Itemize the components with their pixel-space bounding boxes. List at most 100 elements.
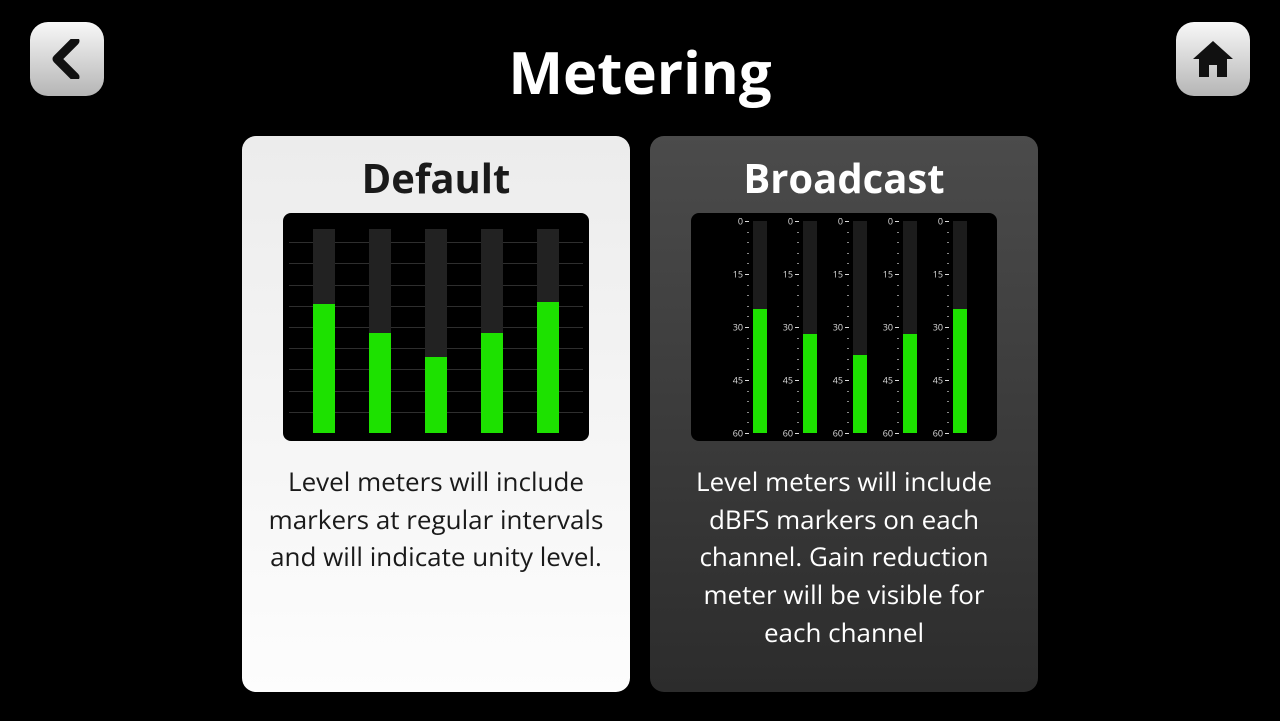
scale-label: 0	[788, 215, 793, 228]
meter-track	[853, 221, 867, 433]
scale-minor-tick	[797, 306, 799, 307]
scale-minor-tick	[797, 391, 799, 392]
scale-label: 30	[933, 321, 943, 334]
scale-minor-tick	[947, 253, 949, 254]
meter-track	[481, 229, 503, 433]
scale-minor-tick	[847, 422, 849, 423]
scale-tick	[745, 221, 749, 222]
scale-minor-tick	[747, 422, 749, 423]
scale-tick	[945, 274, 949, 275]
scale-label: 15	[883, 268, 893, 281]
meter-scale: 015304560	[773, 221, 801, 433]
option-title-default: Default	[362, 150, 511, 205]
meter-track	[753, 221, 767, 433]
scale-label: 30	[833, 321, 843, 334]
scale-minor-tick	[897, 242, 899, 243]
scale-minor-tick	[797, 348, 799, 349]
meter-track	[313, 229, 335, 433]
scale-label: 45	[883, 374, 893, 387]
preview-broadcast: 0153045600153045600153045600153045600153…	[691, 213, 997, 441]
option-card-default[interactable]: Default Level meters will include marker…	[242, 136, 630, 692]
scale-minor-tick	[947, 285, 949, 286]
scale-label: 45	[833, 374, 843, 387]
scale-tick	[745, 274, 749, 275]
scale-label: 45	[733, 374, 743, 387]
meter-fill	[481, 333, 503, 433]
scale-minor-tick	[897, 422, 899, 423]
scale-minor-tick	[747, 338, 749, 339]
scale-minor-tick	[897, 348, 899, 349]
scale-minor-tick	[747, 306, 749, 307]
meter-channel: 015304560	[723, 221, 773, 433]
meter-track	[425, 229, 447, 433]
scale-minor-tick	[747, 401, 749, 402]
meter-fill	[803, 334, 817, 433]
meter-scale: 015304560	[923, 221, 951, 433]
scale-minor-tick	[797, 401, 799, 402]
scale-label: 45	[783, 374, 793, 387]
meter-fill	[425, 357, 447, 433]
meter-fill	[313, 304, 335, 433]
meter-track	[803, 221, 817, 433]
scale-label: 0	[938, 215, 943, 228]
meter-fill	[537, 302, 559, 433]
scale-minor-tick	[847, 359, 849, 360]
meter-track	[903, 221, 917, 433]
scale-minor-tick	[847, 348, 849, 349]
scale-minor-tick	[797, 295, 799, 296]
scale-minor-tick	[947, 391, 949, 392]
scale-tick	[795, 221, 799, 222]
scale-label: 30	[883, 321, 893, 334]
scale-tick	[945, 380, 949, 381]
option-title-broadcast: Broadcast	[743, 150, 944, 205]
scale-tick	[845, 221, 849, 222]
scale-label: 30	[733, 321, 743, 334]
scale-label: 15	[783, 268, 793, 281]
scale-tick	[795, 327, 799, 328]
scale-minor-tick	[747, 316, 749, 317]
scale-minor-tick	[847, 369, 849, 370]
scale-label: 0	[838, 215, 843, 228]
meter-fill	[853, 355, 867, 433]
scale-minor-tick	[797, 242, 799, 243]
scale-tick	[945, 433, 949, 434]
scale-tick	[845, 274, 849, 275]
meter-track	[369, 229, 391, 433]
scale-tick	[845, 433, 849, 434]
scale-minor-tick	[847, 285, 849, 286]
scale-label: 60	[933, 427, 943, 440]
meter-scale: 015304560	[723, 221, 751, 433]
scale-minor-tick	[947, 316, 949, 317]
scale-minor-tick	[797, 232, 799, 233]
meter-scale: 015304560	[873, 221, 901, 433]
scale-minor-tick	[847, 391, 849, 392]
scale-minor-tick	[847, 242, 849, 243]
scale-tick	[845, 327, 849, 328]
meter-channel: 015304560	[923, 221, 973, 433]
scale-minor-tick	[897, 338, 899, 339]
scale-minor-tick	[847, 306, 849, 307]
options-row: Default Level meters will include marker…	[0, 136, 1280, 692]
scale-minor-tick	[747, 253, 749, 254]
home-button[interactable]	[1176, 22, 1250, 96]
scale-tick	[795, 380, 799, 381]
scale-tick	[945, 221, 949, 222]
scale-minor-tick	[897, 295, 899, 296]
meter-channel: 015304560	[823, 221, 873, 433]
scale-minor-tick	[847, 338, 849, 339]
scale-minor-tick	[797, 285, 799, 286]
page-title: Metering	[0, 32, 1280, 111]
scale-minor-tick	[897, 306, 899, 307]
scale-tick	[795, 274, 799, 275]
scale-label: 60	[783, 427, 793, 440]
scale-minor-tick	[797, 369, 799, 370]
scale-minor-tick	[947, 295, 949, 296]
scale-minor-tick	[847, 263, 849, 264]
scale-minor-tick	[747, 359, 749, 360]
scale-minor-tick	[947, 348, 949, 349]
scale-label: 15	[933, 268, 943, 281]
scale-minor-tick	[847, 412, 849, 413]
scale-tick	[745, 380, 749, 381]
option-card-broadcast[interactable]: Broadcast 015304560015304560015304560015…	[650, 136, 1038, 692]
scale-minor-tick	[797, 412, 799, 413]
